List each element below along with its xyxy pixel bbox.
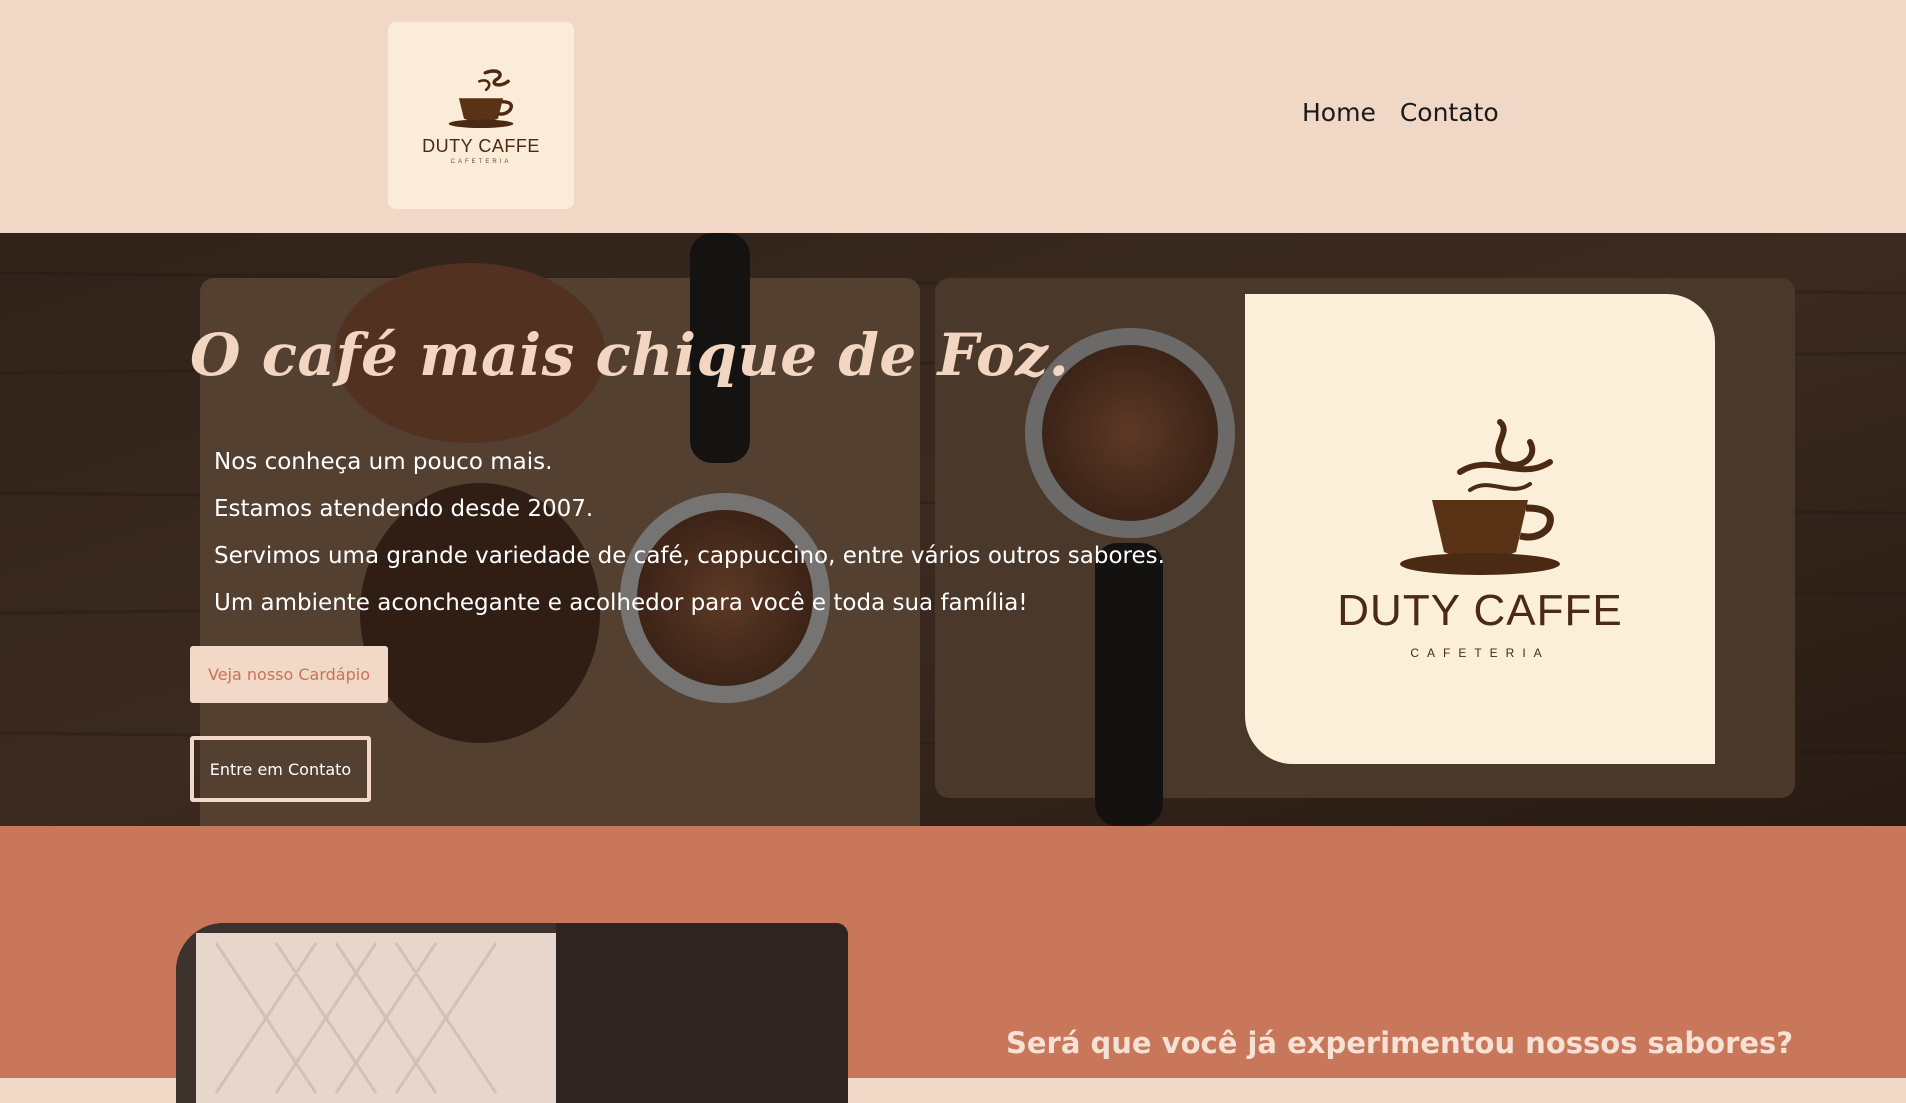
logo-name: DUTY CAFFE: [422, 136, 540, 156]
hero-logo-subtitle: CAFETERIA: [1410, 646, 1550, 660]
header-logo[interactable]: DUTY CAFFE CAFETERIA: [388, 22, 574, 209]
nav-home[interactable]: Home: [1302, 98, 1376, 127]
hero-paragraph: Um ambiente aconchegante e acolhedor par…: [214, 590, 1028, 616]
menu-button[interactable]: Veja nosso Cardápio: [190, 646, 388, 703]
coffee-cup-icon: [1400, 419, 1560, 575]
hero-paragraph: Nos conheça um pouco mais.: [214, 449, 553, 475]
contact-button[interactable]: Entre em Contato: [190, 736, 371, 802]
hero-paragraph: Estamos atendendo desde 2007.: [214, 496, 594, 522]
hero-logo-name: DUTY CAFFE: [1337, 586, 1623, 635]
hero-paragraph: Servimos uma grande variedade de café, c…: [214, 543, 1165, 569]
photo-image: [176, 923, 848, 1103]
main-nav: Home Contato: [1302, 98, 1499, 127]
hero-section: O café mais chique de Foz. Nos conheça u…: [0, 233, 1906, 826]
hero-description: Nos conheça um pouco mais. Estamos atend…: [214, 439, 1165, 627]
logo-subtitle: CAFETERIA: [450, 159, 512, 165]
coffee-cup-icon: [448, 69, 514, 129]
nav-contato[interactable]: Contato: [1400, 98, 1499, 127]
hero-logo-card: DUTY CAFFE CAFETERIA: [1245, 294, 1715, 764]
hero-title: O café mais chique de Foz.: [190, 321, 1070, 389]
flavors-section: Será que você já experimentou nossos sab…: [0, 826, 1906, 1103]
flavors-heading: Será que você já experimentou nossos sab…: [1006, 1026, 1794, 1060]
site-header: DUTY CAFFE CAFETERIA Home Contato: [0, 0, 1906, 233]
cafe-photo: [176, 923, 848, 1103]
